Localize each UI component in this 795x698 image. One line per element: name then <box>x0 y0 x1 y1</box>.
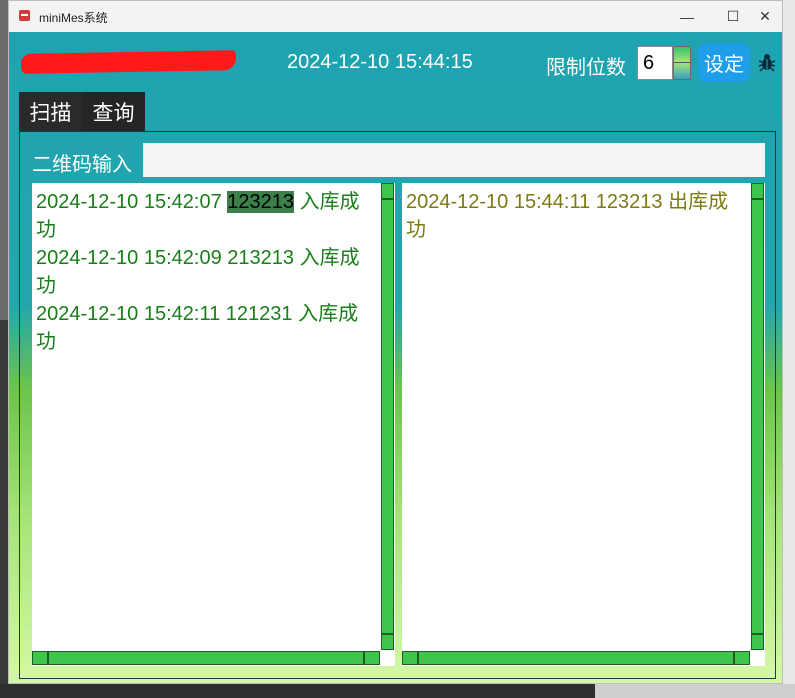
scroll-down-button[interactable] <box>381 634 394 650</box>
entry-code: 213213 <box>227 247 295 269</box>
limit-digits-spinner[interactable] <box>673 46 691 80</box>
vertical-scrollbar[interactable] <box>380 183 395 650</box>
scroll-thumb[interactable] <box>418 651 734 665</box>
limit-digits-label: 限制位数 <box>546 57 626 79</box>
scroll-right-button[interactable] <box>364 651 380 665</box>
scroll-thumb[interactable] <box>381 199 394 634</box>
close-button[interactable]: ✕ <box>742 1 788 32</box>
main-area: 2024-12-10 15:44:15 限制位数 6 设定 扫描 查询 二维码输… <box>9 32 782 683</box>
scroll-left-button[interactable] <box>402 651 418 665</box>
tab-scan[interactable]: 扫描 <box>19 92 82 132</box>
desktop-background-bottom-right <box>595 684 795 698</box>
entry-time: 2024-12-10 15:42:07 <box>36 191 222 213</box>
list-item: 2024-12-10 15:44:11 123213 出库成功 <box>406 188 746 244</box>
entry-code: 121231 <box>225 303 293 325</box>
limit-digits-input[interactable]: 6 <box>637 46 673 80</box>
horizontal-scrollbar[interactable] <box>32 650 380 666</box>
horizontal-scrollbar[interactable] <box>402 650 750 666</box>
minimize-button[interactable]: — <box>664 1 710 32</box>
window-title: miniMes系统 <box>39 11 108 25</box>
desktop-background-right <box>782 0 795 698</box>
spinner-up-button[interactable] <box>674 47 690 63</box>
desktop-background-bottom <box>0 684 595 698</box>
entry-code-selected: 123213 <box>227 191 295 213</box>
scroll-up-button[interactable] <box>381 183 394 199</box>
out-stock-log-content: 2024-12-10 15:44:11 123213 出库成功 <box>406 188 746 244</box>
scroll-corner <box>380 650 395 666</box>
entry-time: 2024-12-10 15:42:11 <box>36 303 221 325</box>
set-button[interactable]: 设定 <box>698 43 750 82</box>
scroll-corner <box>750 650 765 666</box>
qr-code-input[interactable] <box>143 143 765 177</box>
out-stock-log-list[interactable]: 2024-12-10 15:44:11 123213 出库成功 <box>402 183 765 666</box>
list-item: 2024-12-10 15:42:11 121231 入库成功 <box>36 300 376 356</box>
in-stock-log-content: 2024-12-10 15:42:07 123213 入库成功 2024-12-… <box>36 188 376 356</box>
scroll-up-button[interactable] <box>751 183 764 199</box>
scroll-right-button[interactable] <box>734 651 750 665</box>
list-item: 2024-12-10 15:42:07 123213 入库成功 <box>36 188 376 244</box>
spinner-down-button[interactable] <box>674 63 690 79</box>
entry-time: 2024-12-10 15:44:11 <box>406 191 591 213</box>
scroll-thumb[interactable] <box>48 651 364 665</box>
in-stock-log-list[interactable]: 2024-12-10 15:42:07 123213 入库成功 2024-12-… <box>32 183 395 666</box>
current-datetime: 2024-12-10 15:44:15 <box>287 51 473 73</box>
title-bar[interactable]: miniMes系统 — ☐ ✕ <box>9 1 782 32</box>
app-window: miniMes系统 — ☐ ✕ 2024-12-10 15:44:15 限制位数… <box>8 0 783 684</box>
app-icon <box>19 10 30 21</box>
qr-input-label: 二维码输入 <box>32 154 132 176</box>
scroll-left-button[interactable] <box>32 651 48 665</box>
scroll-down-button[interactable] <box>751 634 764 650</box>
entry-time: 2024-12-10 15:42:09 <box>36 247 222 269</box>
tab-query[interactable]: 查询 <box>82 92 145 131</box>
vertical-scrollbar[interactable] <box>750 183 765 650</box>
scroll-thumb[interactable] <box>751 199 764 634</box>
entry-code: 123213 <box>595 191 663 213</box>
redacted-header-title <box>20 50 237 74</box>
list-item: 2024-12-10 15:42:09 213213 入库成功 <box>36 244 376 300</box>
scan-panel: 二维码输入 2024-12-10 15:42:07 123213 入库成功 20… <box>19 131 776 679</box>
bug-icon[interactable] <box>758 52 776 72</box>
